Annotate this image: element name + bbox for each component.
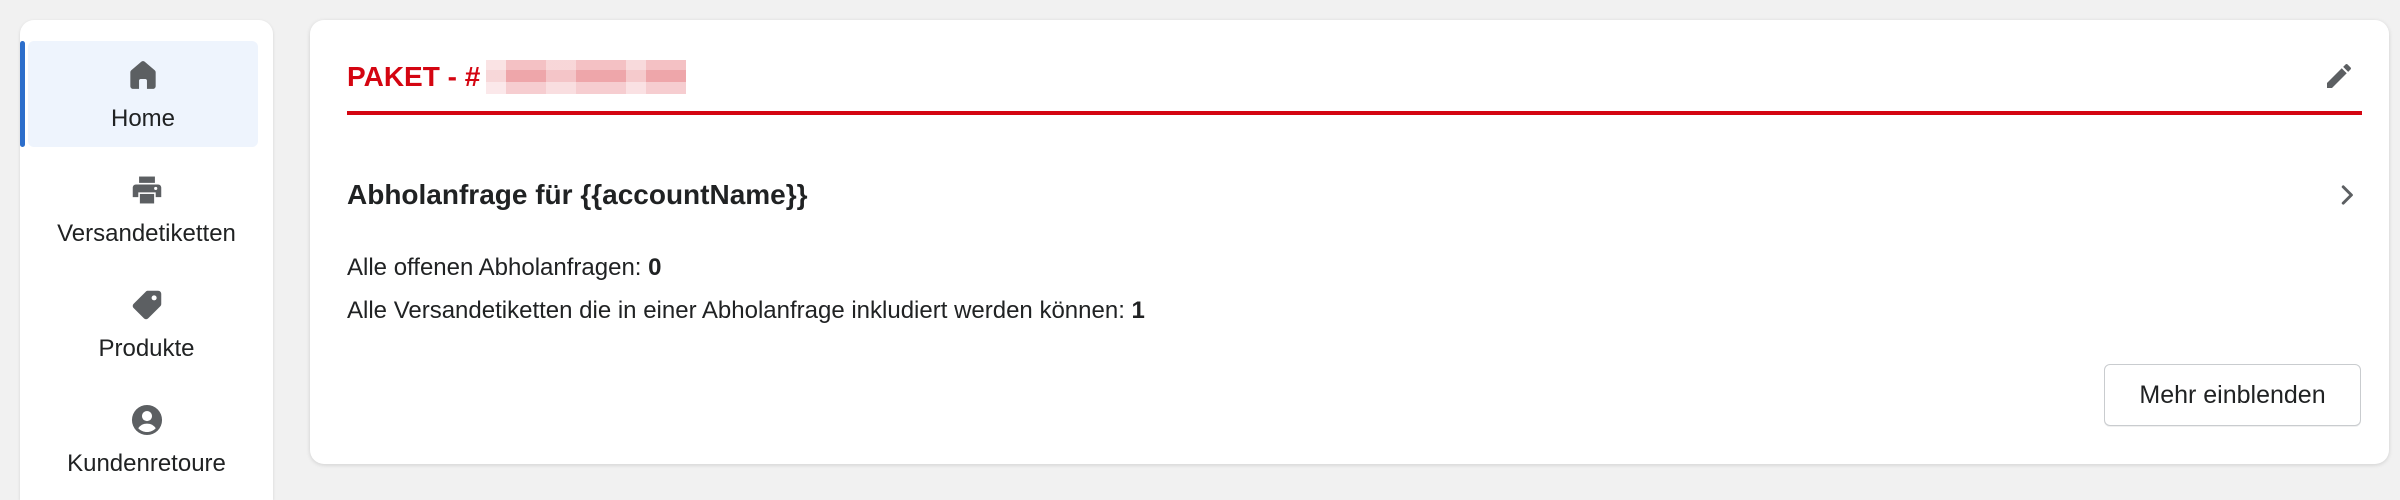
sidebar-item-label: Kundenretoure — [67, 450, 226, 477]
sidebar-item-label: Versandetiketten — [57, 220, 236, 247]
printer-icon — [127, 170, 167, 210]
sidebar: Home Versandetiketten Produkte Kundenret… — [20, 20, 273, 500]
edit-button[interactable] — [2317, 56, 2361, 100]
sidebar-item-label: Home — [110, 105, 176, 132]
chevron-right-icon — [2332, 180, 2362, 210]
title-divider — [347, 111, 2362, 115]
sidebar-item-label: Produkte — [98, 335, 195, 362]
paket-card: PAKET - # Abholanfrage für {{accountName… — [310, 20, 2389, 464]
home-icon — [123, 55, 163, 95]
sidebar-item-home[interactable]: Home — [20, 41, 258, 147]
tag-icon — [127, 285, 167, 325]
show-more-button[interactable]: Mehr einblenden — [2104, 364, 2361, 426]
card-title: PAKET - # — [347, 60, 687, 94]
pencil-icon — [2323, 60, 2355, 97]
card-title-prefix: PAKET - # — [347, 61, 481, 92]
includable-labels-stat: Alle Versandetiketten die in einer Abhol… — [347, 297, 1145, 325]
stat-label: Alle offenen Abholanfragen: — [347, 254, 649, 281]
sidebar-item-produkte[interactable]: Produkte — [20, 271, 273, 377]
stat-value: 1 — [1131, 297, 1145, 324]
user-circle-icon — [127, 400, 167, 440]
redacted-tracking-number — [486, 60, 687, 94]
pickup-request-row[interactable]: Abholanfrage für {{accountName}} — [347, 170, 2362, 220]
open-pickups-stat: Alle offenen Abholanfragen: 0 — [347, 254, 662, 282]
pickup-request-title: Abholanfrage für {{accountName}} — [347, 179, 808, 210]
stat-label: Alle Versandetiketten die in einer Abhol… — [347, 297, 1132, 324]
stat-value: 0 — [648, 254, 662, 281]
sidebar-item-kundenretoure[interactable]: Kundenretoure — [20, 386, 273, 492]
sidebar-item-versandetiketten[interactable]: Versandetiketten — [20, 156, 273, 262]
